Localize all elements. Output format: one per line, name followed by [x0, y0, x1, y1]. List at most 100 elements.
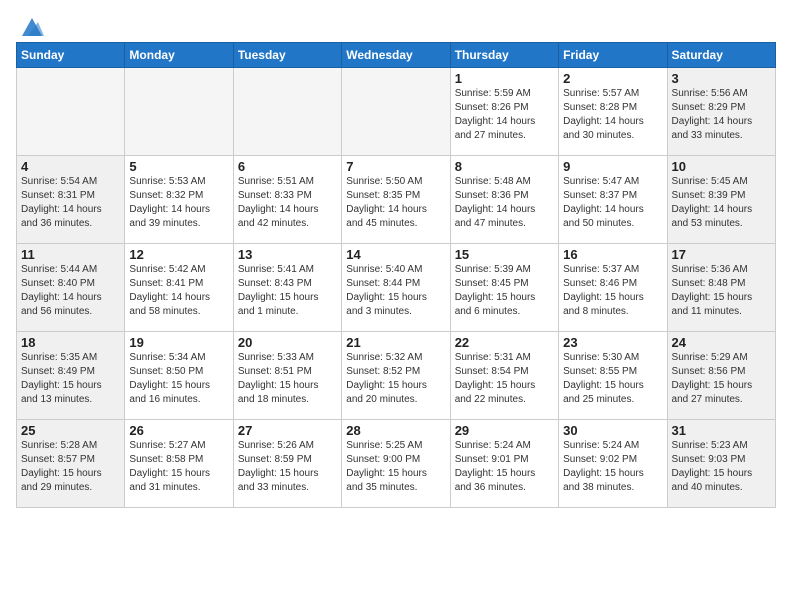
day-info: Sunrise: 5:56 AM Sunset: 8:29 PM Dayligh… — [672, 87, 771, 143]
day-info: Sunrise: 5:28 AM Sunset: 8:57 PM Dayligh… — [21, 439, 120, 495]
day-number: 23 — [563, 335, 662, 350]
day-number: 20 — [238, 335, 337, 350]
day-cell: 11Sunrise: 5:44 AM Sunset: 8:40 PM Dayli… — [17, 244, 125, 332]
day-cell: 7Sunrise: 5:50 AM Sunset: 8:35 PM Daylig… — [342, 156, 450, 244]
day-cell: 8Sunrise: 5:48 AM Sunset: 8:36 PM Daylig… — [450, 156, 558, 244]
day-info: Sunrise: 5:39 AM Sunset: 8:45 PM Dayligh… — [455, 263, 554, 319]
day-info: Sunrise: 5:45 AM Sunset: 8:39 PM Dayligh… — [672, 175, 771, 231]
day-number: 5 — [129, 159, 228, 174]
day-number: 30 — [563, 423, 662, 438]
day-cell: 24Sunrise: 5:29 AM Sunset: 8:56 PM Dayli… — [667, 332, 775, 420]
week-row-5: 25Sunrise: 5:28 AM Sunset: 8:57 PM Dayli… — [17, 420, 776, 508]
day-number: 2 — [563, 71, 662, 86]
week-row-1: 1Sunrise: 5:59 AM Sunset: 8:26 PM Daylig… — [17, 68, 776, 156]
day-number: 26 — [129, 423, 228, 438]
week-row-3: 11Sunrise: 5:44 AM Sunset: 8:40 PM Dayli… — [17, 244, 776, 332]
day-number: 16 — [563, 247, 662, 262]
day-number: 24 — [672, 335, 771, 350]
day-info: Sunrise: 5:51 AM Sunset: 8:33 PM Dayligh… — [238, 175, 337, 231]
day-info: Sunrise: 5:40 AM Sunset: 8:44 PM Dayligh… — [346, 263, 445, 319]
day-info: Sunrise: 5:27 AM Sunset: 8:58 PM Dayligh… — [129, 439, 228, 495]
day-number: 7 — [346, 159, 445, 174]
day-cell: 13Sunrise: 5:41 AM Sunset: 8:43 PM Dayli… — [233, 244, 341, 332]
weekday-header-tuesday: Tuesday — [233, 43, 341, 68]
day-cell: 28Sunrise: 5:25 AM Sunset: 9:00 PM Dayli… — [342, 420, 450, 508]
day-cell: 17Sunrise: 5:36 AM Sunset: 8:48 PM Dayli… — [667, 244, 775, 332]
day-cell: 4Sunrise: 5:54 AM Sunset: 8:31 PM Daylig… — [17, 156, 125, 244]
day-number: 25 — [21, 423, 120, 438]
day-cell: 18Sunrise: 5:35 AM Sunset: 8:49 PM Dayli… — [17, 332, 125, 420]
day-info: Sunrise: 5:48 AM Sunset: 8:36 PM Dayligh… — [455, 175, 554, 231]
day-info: Sunrise: 5:34 AM Sunset: 8:50 PM Dayligh… — [129, 351, 228, 407]
day-info: Sunrise: 5:31 AM Sunset: 8:54 PM Dayligh… — [455, 351, 554, 407]
day-info: Sunrise: 5:57 AM Sunset: 8:28 PM Dayligh… — [563, 87, 662, 143]
day-cell: 23Sunrise: 5:30 AM Sunset: 8:55 PM Dayli… — [559, 332, 667, 420]
day-info: Sunrise: 5:41 AM Sunset: 8:43 PM Dayligh… — [238, 263, 337, 319]
day-number: 22 — [455, 335, 554, 350]
day-number: 3 — [672, 71, 771, 86]
weekday-header-saturday: Saturday — [667, 43, 775, 68]
day-info: Sunrise: 5:47 AM Sunset: 8:37 PM Dayligh… — [563, 175, 662, 231]
day-info: Sunrise: 5:23 AM Sunset: 9:03 PM Dayligh… — [672, 439, 771, 495]
logo-icon — [18, 14, 46, 40]
day-info: Sunrise: 5:24 AM Sunset: 9:02 PM Dayligh… — [563, 439, 662, 495]
week-row-2: 4Sunrise: 5:54 AM Sunset: 8:31 PM Daylig… — [17, 156, 776, 244]
logo — [16, 14, 46, 36]
day-number: 27 — [238, 423, 337, 438]
day-info: Sunrise: 5:53 AM Sunset: 8:32 PM Dayligh… — [129, 175, 228, 231]
day-cell: 31Sunrise: 5:23 AM Sunset: 9:03 PM Dayli… — [667, 420, 775, 508]
day-info: Sunrise: 5:36 AM Sunset: 8:48 PM Dayligh… — [672, 263, 771, 319]
day-number: 10 — [672, 159, 771, 174]
day-cell: 27Sunrise: 5:26 AM Sunset: 8:59 PM Dayli… — [233, 420, 341, 508]
day-info: Sunrise: 5:26 AM Sunset: 8:59 PM Dayligh… — [238, 439, 337, 495]
day-cell: 14Sunrise: 5:40 AM Sunset: 8:44 PM Dayli… — [342, 244, 450, 332]
weekday-header-monday: Monday — [125, 43, 233, 68]
day-cell: 25Sunrise: 5:28 AM Sunset: 8:57 PM Dayli… — [17, 420, 125, 508]
day-info: Sunrise: 5:33 AM Sunset: 8:51 PM Dayligh… — [238, 351, 337, 407]
day-number: 14 — [346, 247, 445, 262]
day-number: 1 — [455, 71, 554, 86]
weekday-header-sunday: Sunday — [17, 43, 125, 68]
day-cell: 19Sunrise: 5:34 AM Sunset: 8:50 PM Dayli… — [125, 332, 233, 420]
day-cell: 16Sunrise: 5:37 AM Sunset: 8:46 PM Dayli… — [559, 244, 667, 332]
day-cell: 15Sunrise: 5:39 AM Sunset: 8:45 PM Dayli… — [450, 244, 558, 332]
calendar-table: SundayMondayTuesdayWednesdayThursdayFrid… — [16, 42, 776, 508]
day-number: 28 — [346, 423, 445, 438]
day-number: 18 — [21, 335, 120, 350]
day-cell: 22Sunrise: 5:31 AM Sunset: 8:54 PM Dayli… — [450, 332, 558, 420]
day-cell: 21Sunrise: 5:32 AM Sunset: 8:52 PM Dayli… — [342, 332, 450, 420]
day-cell — [125, 68, 233, 156]
header — [16, 10, 776, 36]
day-cell: 3Sunrise: 5:56 AM Sunset: 8:29 PM Daylig… — [667, 68, 775, 156]
day-number: 11 — [21, 247, 120, 262]
page: SundayMondayTuesdayWednesdayThursdayFrid… — [0, 0, 792, 524]
day-cell — [342, 68, 450, 156]
day-info: Sunrise: 5:30 AM Sunset: 8:55 PM Dayligh… — [563, 351, 662, 407]
day-info: Sunrise: 5:59 AM Sunset: 8:26 PM Dayligh… — [455, 87, 554, 143]
weekday-header-row: SundayMondayTuesdayWednesdayThursdayFrid… — [17, 43, 776, 68]
day-cell: 2Sunrise: 5:57 AM Sunset: 8:28 PM Daylig… — [559, 68, 667, 156]
day-info: Sunrise: 5:24 AM Sunset: 9:01 PM Dayligh… — [455, 439, 554, 495]
weekday-header-wednesday: Wednesday — [342, 43, 450, 68]
day-info: Sunrise: 5:54 AM Sunset: 8:31 PM Dayligh… — [21, 175, 120, 231]
day-number: 29 — [455, 423, 554, 438]
week-row-4: 18Sunrise: 5:35 AM Sunset: 8:49 PM Dayli… — [17, 332, 776, 420]
day-cell: 26Sunrise: 5:27 AM Sunset: 8:58 PM Dayli… — [125, 420, 233, 508]
day-number: 19 — [129, 335, 228, 350]
day-number: 15 — [455, 247, 554, 262]
day-number: 21 — [346, 335, 445, 350]
day-info: Sunrise: 5:25 AM Sunset: 9:00 PM Dayligh… — [346, 439, 445, 495]
day-info: Sunrise: 5:50 AM Sunset: 8:35 PM Dayligh… — [346, 175, 445, 231]
day-cell: 6Sunrise: 5:51 AM Sunset: 8:33 PM Daylig… — [233, 156, 341, 244]
day-cell: 30Sunrise: 5:24 AM Sunset: 9:02 PM Dayli… — [559, 420, 667, 508]
day-info: Sunrise: 5:37 AM Sunset: 8:46 PM Dayligh… — [563, 263, 662, 319]
weekday-header-thursday: Thursday — [450, 43, 558, 68]
day-number: 4 — [21, 159, 120, 174]
day-cell: 20Sunrise: 5:33 AM Sunset: 8:51 PM Dayli… — [233, 332, 341, 420]
day-number: 6 — [238, 159, 337, 174]
weekday-header-friday: Friday — [559, 43, 667, 68]
day-number: 17 — [672, 247, 771, 262]
day-cell: 29Sunrise: 5:24 AM Sunset: 9:01 PM Dayli… — [450, 420, 558, 508]
day-cell: 10Sunrise: 5:45 AM Sunset: 8:39 PM Dayli… — [667, 156, 775, 244]
day-info: Sunrise: 5:29 AM Sunset: 8:56 PM Dayligh… — [672, 351, 771, 407]
